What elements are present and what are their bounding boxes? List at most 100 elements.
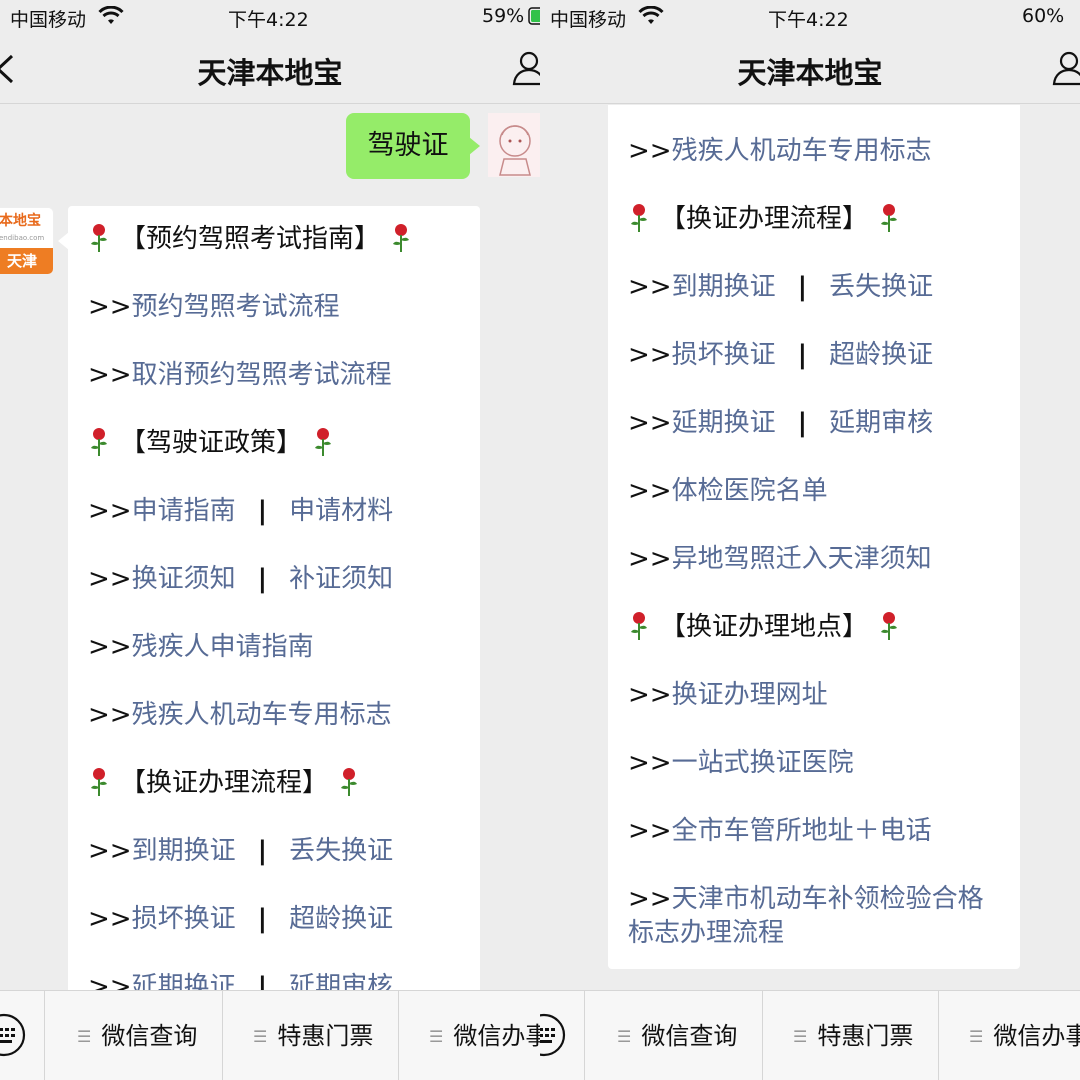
link-disabled-guide[interactable]: 残疾人申请指南: [132, 632, 314, 662]
rose-icon: [631, 612, 647, 640]
link-deferred-renew[interactable]: 延期换证: [672, 408, 776, 438]
official-account-avatar[interactable]: 本地宝 endibao.com 天津: [0, 207, 54, 275]
link-renew-notice[interactable]: 换证须知: [132, 564, 236, 594]
link-row: >>延期换证 | 延期审核: [628, 408, 934, 438]
menu-item-wechat-query[interactable]: ☰ 微信查询: [584, 991, 762, 1080]
link-cancel-booking[interactable]: 取消预约驾照考试流程: [132, 360, 392, 390]
clock-label: 下午4:22: [768, 9, 849, 31]
link-row: >>换证须知 | 补证须知: [88, 564, 394, 594]
link-lost-renew[interactable]: 丢失换证: [829, 272, 933, 302]
link-deferred-review[interactable]: 延期审核: [829, 408, 933, 438]
link-one-stop-hospital[interactable]: 一站式换证医院: [672, 748, 854, 778]
link-overage-renew[interactable]: 超龄换证: [289, 904, 393, 934]
link-disabled-sign[interactable]: 残疾人机动车专用标志: [672, 136, 932, 166]
section-heading: 【驾驶证政策】: [88, 426, 468, 460]
link-row: >>异地驾照迁入天津须知: [628, 544, 932, 574]
profile-icon[interactable]: [1052, 50, 1080, 86]
keyboard-icon[interactable]: [0, 1013, 26, 1057]
link-exam-booking[interactable]: 预约驾照考试流程: [132, 292, 340, 322]
link-row: >>全市车管所地址＋电话: [628, 816, 932, 846]
menu-item-discount-tickets[interactable]: ☰ 特惠门票: [222, 991, 398, 1080]
section-heading: 【换证办理地点】: [628, 610, 1008, 644]
clock-label: 下午4:22: [228, 9, 309, 31]
section-heading: 【换证办理流程】: [88, 766, 468, 800]
link-row: >>损坏换证 | 超龄换证: [628, 340, 934, 370]
keyboard-icon[interactable]: [540, 1013, 566, 1057]
link-row: >>预约驾照考试流程: [88, 292, 340, 322]
menu-icon: ☰: [969, 1027, 984, 1046]
menu-item-wechat-services[interactable]: ☰ 微信办事: [938, 991, 1080, 1080]
menu-icon: ☰: [617, 1027, 632, 1046]
link-row: >>残疾人机动车专用标志: [628, 136, 932, 166]
chat-screen-left: 中国移动 下午4:22 59% 天津本地宝 驾驶证 本地宝 endibao.com…: [0, 0, 540, 1080]
link-disabled-sign[interactable]: 残疾人机动车专用标志: [132, 700, 392, 730]
link-row: >>残疾人机动车专用标志: [88, 700, 392, 730]
link-expiry-renew[interactable]: 到期换证: [132, 836, 236, 866]
battery-label: 60%: [1022, 5, 1065, 27]
wifi-icon: [98, 6, 124, 24]
link-row: >>申请指南 | 申请材料: [88, 496, 394, 526]
link-overage-renew[interactable]: 超龄换证: [829, 340, 933, 370]
link-row: >>天津市机动车补领检验合格标志办理流程: [628, 884, 984, 948]
link-lost-renew[interactable]: 丢失换证: [289, 836, 393, 866]
rose-icon: [393, 224, 410, 252]
link-expiry-renew[interactable]: 到期换证: [672, 272, 776, 302]
page-title: 天津本地宝: [737, 56, 883, 90]
link-deferred-renew[interactable]: 延期换证: [132, 972, 236, 990]
avatar-city-text: 天津: [0, 248, 53, 274]
link-row: >>取消预约驾照考试流程: [88, 360, 392, 390]
link-row: >>体检医院名单: [628, 476, 828, 506]
avatar-domain-text: endibao.com: [0, 234, 45, 242]
rose-icon: [91, 428, 107, 456]
section-heading: 【预约驾照考试指南】: [88, 222, 468, 256]
link-reissue-notice[interactable]: 补证须知: [289, 564, 393, 594]
rose-icon: [631, 204, 647, 232]
status-bar: 中国移动 下午4:22 59%: [0, 0, 540, 32]
link-hospital-list[interactable]: 体检医院名单: [672, 476, 828, 506]
link-row: >>延期换证 | 延期审核: [88, 970, 468, 990]
link-row: >>残疾人申请指南: [88, 632, 314, 662]
link-renew-website[interactable]: 换证办理网址: [672, 680, 828, 710]
reply-card: 【预约驾照考试指南】 >>预约驾照考试流程 >>取消预约驾照考试流程 【驾驶证政…: [58, 206, 480, 990]
user-avatar[interactable]: [488, 113, 540, 177]
link-apply-guide[interactable]: 申请指南: [132, 496, 236, 526]
link-row: >>换证办理网址: [628, 680, 828, 710]
avatar-brand-text: 本地宝: [0, 213, 41, 229]
wifi-icon: [638, 6, 664, 24]
nav-bar: 天津本地宝: [0, 32, 540, 104]
nav-bar: 天津本地宝: [540, 32, 1080, 104]
section-heading: 【换证办理流程】: [628, 202, 1008, 236]
menu-item-wechat-services[interactable]: ☰ 微信办事: [398, 991, 540, 1080]
chat-screen-right: 中国移动 下午4:22 60% 天津本地宝 >>残疾人机动车专用标志 【换证办理…: [540, 0, 1080, 1080]
link-row: >>到期换证 | 丢失换证: [628, 272, 934, 302]
link-damaged-renew[interactable]: 损坏换证: [132, 904, 236, 934]
profile-icon[interactable]: [512, 50, 540, 86]
menu-item-wechat-query[interactable]: ☰ 微信查询: [44, 991, 222, 1080]
menu-icon: ☰: [253, 1027, 268, 1046]
chat-area[interactable]: 驾驶证 本地宝 endibao.com 天津 【预约驾照考试指南】 >>预约驾照考…: [0, 105, 540, 990]
link-damaged-renew[interactable]: 损坏换证: [672, 340, 776, 370]
bottom-menu-bar: ☰ 微信查询 ☰ 特惠门票 ☰ 微信办事: [540, 990, 1080, 1080]
battery-icon: [528, 7, 540, 25]
bottom-menu-bar: ☰ 微信查询 ☰ 特惠门票 ☰ 微信办事: [0, 990, 540, 1080]
rose-icon: [881, 204, 898, 232]
link-inspection-sign-process[interactable]: 天津市机动车补领检验合格标志办理流程: [628, 884, 984, 948]
rose-icon: [91, 224, 107, 252]
menu-icon: ☰: [429, 1027, 444, 1046]
battery-label: 59%: [482, 5, 525, 27]
chat-area[interactable]: >>残疾人机动车专用标志 【换证办理流程】 >>到期换证 | 丢失换证 >>损坏换证…: [540, 105, 1080, 990]
rose-icon: [881, 612, 898, 640]
link-dmv-addresses[interactable]: 全市车管所地址＋电话: [672, 816, 932, 846]
link-apply-materials[interactable]: 申请材料: [289, 496, 393, 526]
link-deferred-review[interactable]: 延期审核: [289, 972, 393, 990]
link-row: >>到期换证 | 丢失换证: [88, 836, 394, 866]
rose-icon: [91, 768, 107, 796]
menu-item-discount-tickets[interactable]: ☰ 特惠门票: [762, 991, 938, 1080]
menu-icon: ☰: [77, 1027, 92, 1046]
rose-icon: [315, 428, 332, 456]
sent-message-bubble[interactable]: 驾驶证: [346, 113, 480, 179]
reply-card: >>残疾人机动车专用标志 【换证办理流程】 >>到期换证 | 丢失换证 >>损坏换证…: [608, 105, 1020, 969]
carrier-label: 中国移动: [10, 9, 87, 31]
link-license-transfer[interactable]: 异地驾照迁入天津须知: [672, 544, 932, 574]
carrier-label: 中国移动: [550, 9, 627, 31]
